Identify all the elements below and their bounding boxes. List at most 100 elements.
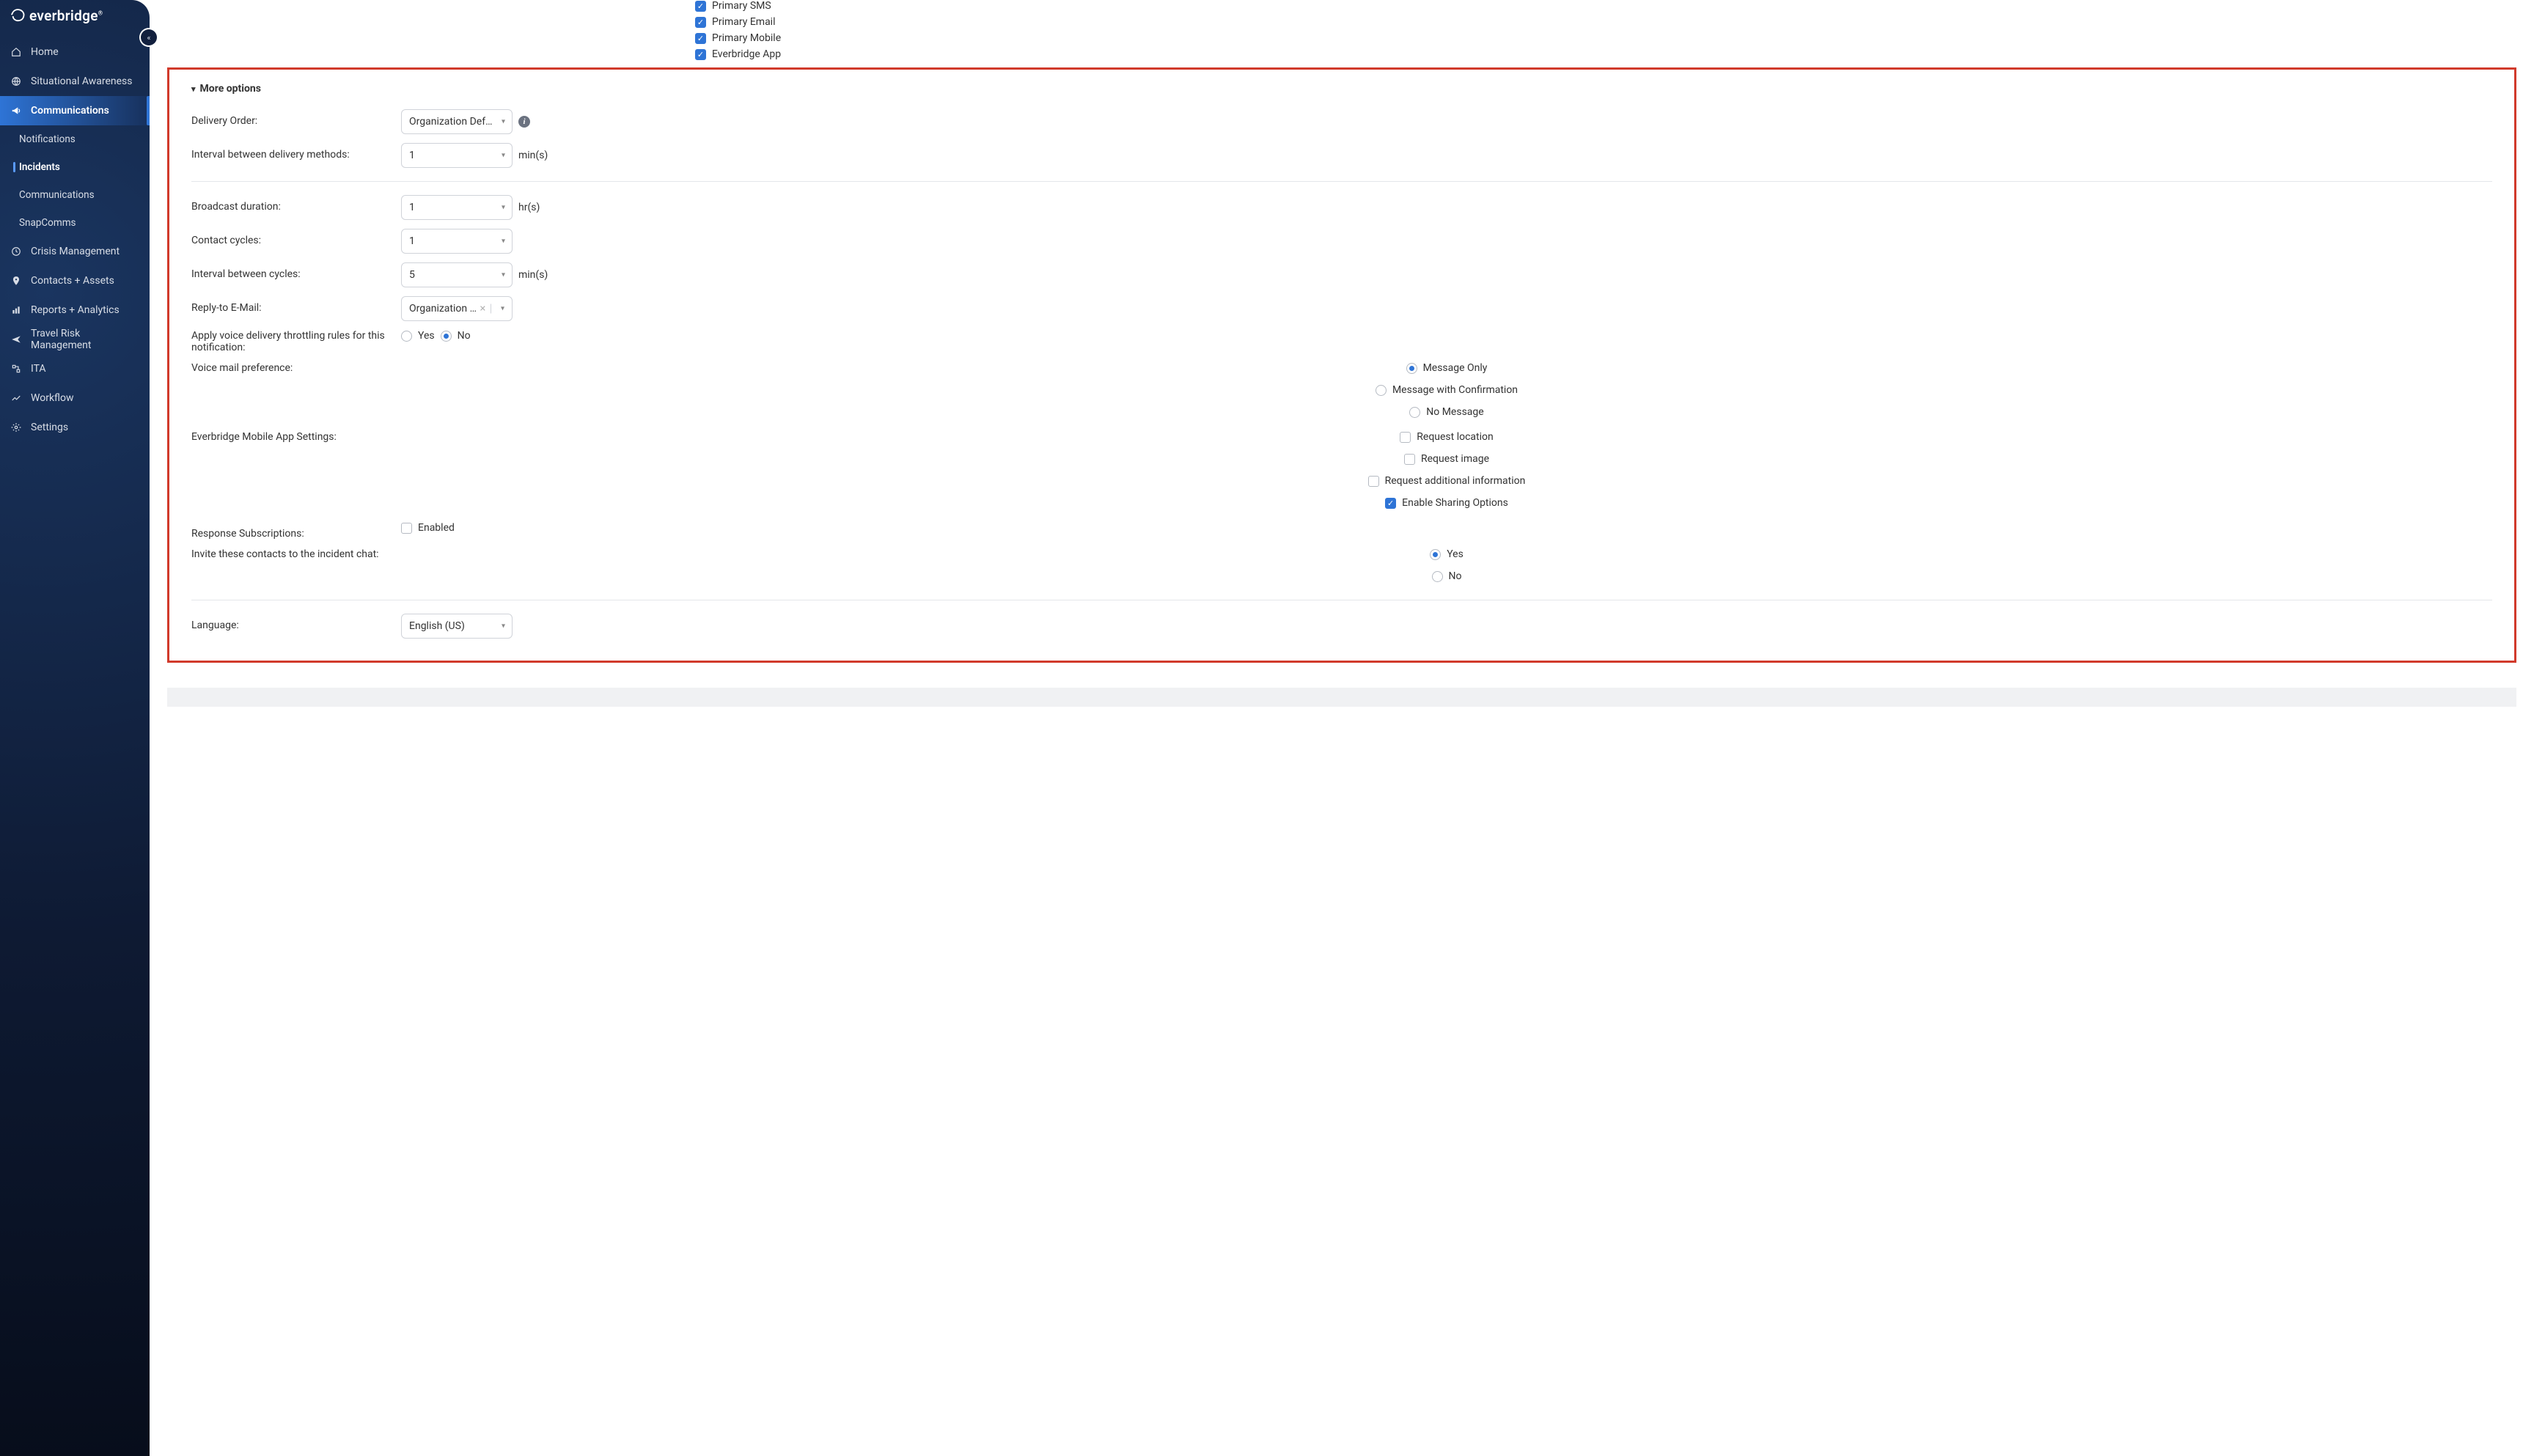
sidebar-item-workflow[interactable]: Workflow	[0, 383, 150, 413]
row-throttling: Apply voice delivery throttling rules fo…	[191, 326, 2492, 358]
everbridge-mark-icon	[10, 8, 26, 24]
checkbox-icon[interactable]	[1385, 498, 1396, 509]
radio-label: Yes	[418, 330, 435, 342]
checkbox-icon[interactable]	[1368, 476, 1379, 487]
radio-icon[interactable]	[1376, 385, 1387, 396]
sidebar-item-label: Contacts + Assets	[31, 275, 114, 287]
info-icon[interactable]: i	[518, 116, 530, 128]
checkbox-label: Primary Email	[712, 16, 776, 28]
radio-icon[interactable]	[1430, 549, 1441, 560]
row-language: Language: English (US)	[191, 609, 2492, 643]
radio-voicemail-no-message[interactable]: No Message	[1409, 406, 1483, 418]
sidebar-item-contacts-assets[interactable]: Contacts + Assets	[0, 266, 150, 295]
label-interval-cycles: Interval between cycles:	[191, 262, 401, 280]
sidebar-item-notifications[interactable]: Notifications	[0, 125, 150, 153]
megaphone-icon	[10, 105, 22, 117]
row-mobile-app-settings: Everbridge Mobile App Settings: Request …	[191, 427, 2492, 518]
checkbox-icon[interactable]	[695, 17, 706, 28]
sidebar-item-communications[interactable]: Communications	[0, 96, 150, 125]
select-value: Organization …	[409, 303, 482, 315]
checkbox-response-enabled[interactable]: Enabled	[401, 522, 455, 534]
radio-throttling-no[interactable]: No	[441, 330, 471, 342]
select-delivery-order[interactable]: Organization Default	[401, 109, 513, 134]
radio-invite-yes[interactable]: Yes	[1430, 548, 1464, 560]
brand-wordmark: everbridge®	[29, 7, 103, 24]
more-options-toggle[interactable]: ▾ More options	[191, 80, 2492, 105]
radio-voicemail-message-confirmation[interactable]: Message with Confirmation	[1376, 384, 1518, 396]
row-interval-methods: Interval between delivery methods: 1 min…	[191, 139, 2492, 172]
select-value: 1	[409, 235, 493, 247]
sidebar-item-situational-awareness[interactable]: Situational Awareness	[0, 67, 150, 96]
checkbox-icon[interactable]	[1404, 454, 1415, 465]
sidebar-item-label: Notifications	[19, 133, 76, 145]
delivery-method-primary-email[interactable]: Primary Email	[695, 16, 2516, 28]
radio-label: No Message	[1426, 406, 1483, 418]
select-reply-email[interactable]: Organization … ✕	[401, 296, 513, 321]
sidebar-item-ita[interactable]: ITA	[0, 354, 150, 383]
label-reply-email: Reply-to E-Mail:	[191, 296, 401, 314]
select-language[interactable]: English (US)	[401, 614, 513, 639]
radio-icon[interactable]	[441, 331, 452, 342]
sidebar-item-label: Incidents	[19, 161, 60, 173]
sidebar-item-label: Workflow	[31, 392, 74, 404]
select-value: 5	[409, 269, 493, 281]
checkbox-enable-sharing[interactable]: Enable Sharing Options	[1385, 497, 1508, 509]
sidebar-item-travel-risk[interactable]: Travel Risk Management	[0, 325, 150, 354]
checkbox-label: Primary SMS	[712, 0, 771, 12]
radio-icon[interactable]	[1432, 571, 1443, 582]
radio-icon[interactable]	[1406, 363, 1417, 374]
label-response-subscriptions: Response Subscriptions:	[191, 522, 401, 540]
delivery-method-primary-mobile[interactable]: Primary Mobile	[695, 32, 2516, 44]
line-chart-icon	[10, 392, 22, 404]
checkbox-request-location[interactable]: Request location	[1400, 431, 1493, 443]
clear-icon[interactable]: ✕	[475, 304, 491, 314]
select-contact-cycles[interactable]: 1	[401, 229, 513, 254]
label-delivery-order: Delivery Order:	[191, 109, 401, 127]
sidebar-item-snapcomms[interactable]: SnapComms	[0, 209, 150, 237]
label-language: Language:	[191, 614, 401, 631]
radio-label: Message with Confirmation	[1392, 384, 1518, 396]
select-value: Organization Default	[409, 116, 493, 128]
checkbox-icon[interactable]	[401, 523, 412, 534]
checkbox-icon[interactable]	[695, 1, 706, 12]
select-interval-methods[interactable]: 1	[401, 143, 513, 168]
more-options-panel: ▾ More options Delivery Order: Organizat…	[167, 67, 2516, 663]
checkbox-icon[interactable]	[1400, 432, 1411, 443]
sidebar-item-label: Home	[31, 46, 59, 58]
sidebar-item-label: Situational Awareness	[31, 76, 133, 87]
delivery-method-everbridge-app[interactable]: Everbridge App	[695, 48, 2516, 60]
radio-throttling-yes[interactable]: Yes	[401, 330, 435, 342]
checkbox-label: Primary Mobile	[712, 32, 781, 44]
radio-invite-no[interactable]: No	[1432, 570, 1462, 582]
sidebar-item-home[interactable]: Home	[0, 37, 150, 67]
sidebar-item-settings[interactable]: Settings	[0, 413, 150, 442]
select-interval-cycles[interactable]: 5	[401, 262, 513, 287]
row-reply-email: Reply-to E-Mail: Organization … ✕	[191, 292, 2492, 326]
sidebar-item-label: SnapComms	[19, 217, 76, 229]
unit-label: min(s)	[518, 269, 548, 281]
radio-icon[interactable]	[1409, 407, 1420, 418]
home-icon	[10, 46, 22, 58]
footer-strip	[167, 688, 2516, 707]
radio-icon[interactable]	[401, 331, 412, 342]
divider	[191, 181, 2492, 182]
delivery-methods-list: Primary SMS Primary Email Primary Mobile…	[695, 0, 2516, 60]
sidebar-item-communications-sub[interactable]: Communications	[0, 181, 150, 209]
sidebar-item-crisis-management[interactable]: Crisis Management	[0, 237, 150, 266]
checkbox-label: Everbridge App	[712, 48, 781, 60]
select-broadcast-duration[interactable]: 1	[401, 195, 513, 220]
delivery-method-primary-sms[interactable]: Primary SMS	[695, 0, 2516, 12]
radio-voicemail-message-only[interactable]: Message Only	[1406, 362, 1488, 374]
sidebar-item-label: Communications	[19, 189, 95, 201]
brand-logo: everbridge®	[0, 0, 150, 37]
label-mobile-app-settings: Everbridge Mobile App Settings:	[191, 431, 401, 443]
checkbox-icon[interactable]	[695, 49, 706, 60]
row-invite-chat: Invite these contacts to the incident ch…	[191, 544, 2492, 591]
section-heading: More options	[200, 83, 261, 95]
checkbox-request-image[interactable]: Request image	[1404, 453, 1489, 465]
checkbox-request-additional-info[interactable]: Request additional information	[1368, 475, 1526, 487]
sidebar-item-reports-analytics[interactable]: Reports + Analytics	[0, 295, 150, 325]
radio-label: No	[458, 330, 471, 342]
sidebar-item-incidents[interactable]: Incidents	[0, 153, 150, 181]
checkbox-icon[interactable]	[695, 33, 706, 44]
